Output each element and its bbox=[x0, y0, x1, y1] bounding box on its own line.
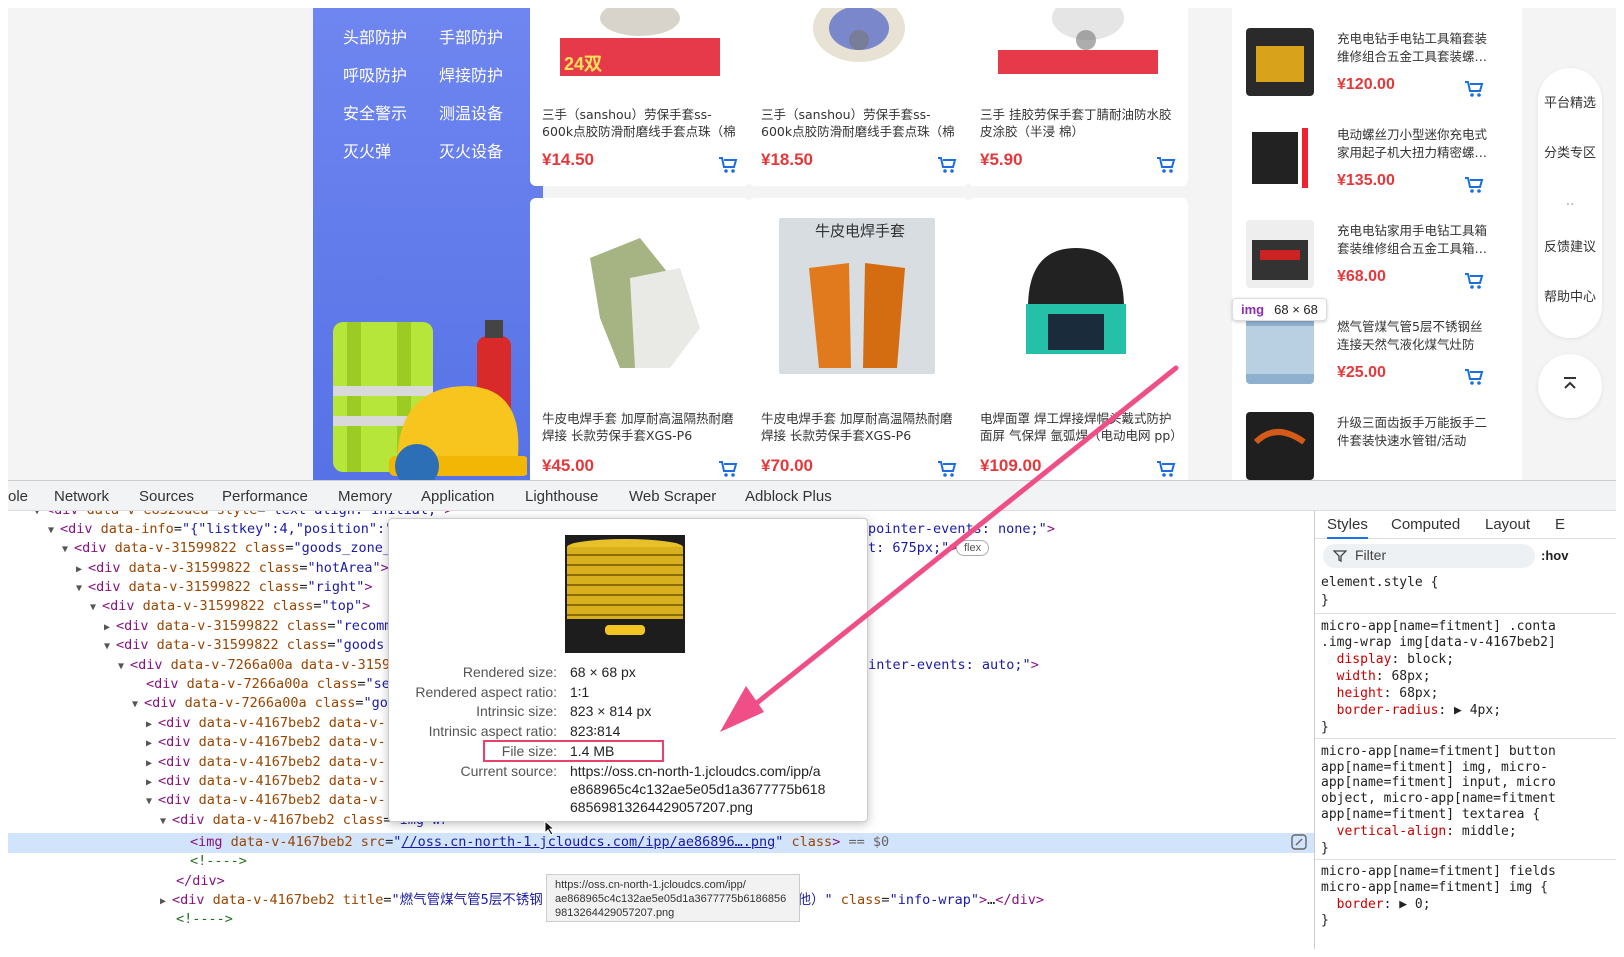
mouse-cursor-icon bbox=[544, 820, 556, 836]
annotation-arrow bbox=[720, 365, 1179, 732]
screenshot-frame: 头部防护 手部防护 呼吸防护 焊接防护 安全警示 测温设备 灭火弹 灭火设备 2… bbox=[8, 8, 1616, 949]
